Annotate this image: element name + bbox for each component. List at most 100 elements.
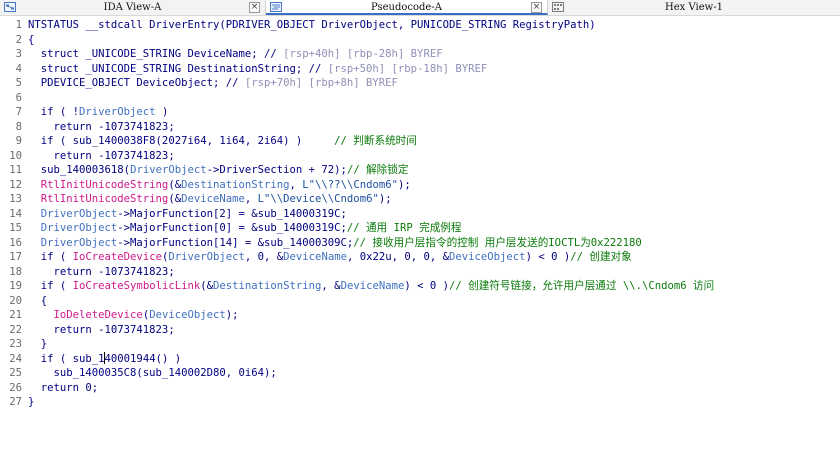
variable-token[interactable]: DeviceName xyxy=(283,251,347,263)
code-token: return -1073741823; xyxy=(28,149,175,162)
code-line[interactable]: 15 DriverObject->MajorFunction[0] = &sub… xyxy=(0,221,840,236)
variable-token[interactable]: DriverObject xyxy=(130,164,207,176)
code-line[interactable]: 26 return 0; xyxy=(0,381,840,396)
code-line[interactable]: 25 sub_1400035C8(sub_140002D80, 0i64); xyxy=(0,366,840,381)
line-number: 14 xyxy=(9,207,22,220)
close-icon[interactable]: × xyxy=(531,2,542,13)
code-token: return 0; xyxy=(28,381,99,394)
function-token[interactable]: RtlInitUnicodeString xyxy=(28,193,169,205)
code-line[interactable]: 8 return -1073741823; xyxy=(0,120,840,135)
comment: // 创建符号链接，允许用户层通过 \\.\Cndom6 访问 xyxy=(449,280,715,292)
code-text: if ( sub_1400038F8(2027i64, 1i64, 2i64) … xyxy=(28,134,417,149)
line-number: 22 xyxy=(9,323,22,336)
code-line[interactable]: 16 DriverObject->MajorFunction[14] = &su… xyxy=(0,236,840,251)
code-text: return -1073741823; xyxy=(28,265,175,280)
code-token: return -1073741823; xyxy=(28,265,175,278)
code-token: { xyxy=(28,294,48,307)
code-text: RtlInitUnicodeString(&DestinationString,… xyxy=(28,178,411,193)
line-number: 6 xyxy=(15,91,22,104)
code-line[interactable]: 22 return -1073741823; xyxy=(0,323,840,338)
code-line[interactable]: 18 return -1073741823; xyxy=(0,265,840,280)
code-line[interactable]: 21 IoDeleteDevice(DeviceObject); xyxy=(0,308,840,323)
code-token: PDEVICE_OBJECT DeviceObject; // xyxy=(28,77,245,89)
line-number: 19 xyxy=(9,280,22,292)
code-line[interactable]: 13 RtlInitUnicodeString(&DeviceName, L"\… xyxy=(0,192,840,207)
tab-hex-view[interactable]: Hex View-1 xyxy=(548,0,840,15)
close-icon[interactable]: × xyxy=(249,2,260,13)
code-line[interactable]: 2{ xyxy=(0,33,840,48)
variable-token[interactable]: DeviceObject xyxy=(449,251,526,263)
comment: // 通用 IRP 完成例程 xyxy=(346,222,462,234)
code-token: if ( xyxy=(28,251,73,263)
stack-offset-comment: [rsp+50h] [rbp-18h] BYREF xyxy=(327,62,488,75)
code-token: (& xyxy=(168,193,182,205)
tab-pseudocode[interactable]: Pseudocode-A × xyxy=(266,0,548,15)
code-token: ) xyxy=(155,106,169,118)
code-line[interactable]: 3 struct _UNICODE_STRING DeviceName; // … xyxy=(0,47,840,62)
variable-token[interactable]: DestinationString xyxy=(181,179,289,191)
pseudocode-editor[interactable]: 1 NTSTATUS __stdcall DriverEntry(PDRIVER_… xyxy=(0,18,840,410)
code-token: ->MajorFunction[14] = &sub_14000309C; xyxy=(117,236,354,249)
line-number: 18 xyxy=(9,265,22,278)
code-text: IoDeleteDevice(DeviceObject); xyxy=(28,308,239,323)
line-number: 11 xyxy=(9,164,22,176)
function-token[interactable]: IoDeleteDevice xyxy=(28,309,143,321)
variable-token[interactable]: DriverObject xyxy=(28,237,118,249)
code-line[interactable]: 14 DriverObject->MajorFunction[2] = &sub… xyxy=(0,207,840,222)
line-number: 15 xyxy=(9,222,22,234)
code-line[interactable]: 10 return -1073741823; xyxy=(0,149,840,164)
code-token: if ( sub_1 xyxy=(28,352,105,365)
tab-ida-view[interactable]: IDA View-A × xyxy=(0,0,266,15)
code-token: struct _UNICODE_STRING DestinationString… xyxy=(28,62,328,75)
function-token[interactable]: IoCreateDevice xyxy=(73,251,162,263)
code-line[interactable]: 11 sub_140003618(DriverObject->DriverSec… xyxy=(0,163,840,178)
line-number: 17 xyxy=(9,251,22,263)
code-text: return -1073741823; xyxy=(28,149,175,164)
code-line[interactable]: 17 if ( IoCreateDevice(DriverObject, 0, … xyxy=(0,250,840,265)
function-token[interactable]: IoCreateSymbolicLink xyxy=(73,280,201,292)
stack-offset-comment: [rsp+40h] [rbp-28h] BYREF xyxy=(283,48,443,60)
function-token[interactable]: RtlInitUnicodeString xyxy=(28,179,169,191)
variable-token[interactable]: DeviceName xyxy=(181,193,245,205)
code-text: if ( !DriverObject ) xyxy=(28,105,169,120)
tab-label: IDA View-A xyxy=(103,2,162,13)
variable-token[interactable]: DriverObject xyxy=(28,222,118,234)
code-line[interactable]: 4 struct _UNICODE_STRING DestinationStri… xyxy=(0,62,840,77)
code-line[interactable]: 20 { xyxy=(0,294,840,309)
code-line[interactable]: 6 xyxy=(0,91,840,106)
line-number: 12 xyxy=(9,178,22,191)
code-line[interactable]: 19 if ( IoCreateSymbolicLink(&Destinatio… xyxy=(0,279,840,294)
line-number: 3 xyxy=(15,48,22,60)
variable-token[interactable]: DeviceObject xyxy=(149,309,226,321)
code-token: (& xyxy=(200,280,213,292)
code-line[interactable]: 1 NTSTATUS __stdcall DriverEntry(PDRIVER_… xyxy=(0,18,840,33)
stack-offset-comment: [rsp+70h] [rbp+8h] BYREF xyxy=(244,77,398,89)
code-line[interactable]: 23 } xyxy=(0,337,840,352)
code-token: sub_1400035C8(sub_140002D80, 0i64); xyxy=(28,367,277,379)
line-number: 2 xyxy=(15,33,22,46)
variable-token[interactable]: DeviceName xyxy=(341,280,405,292)
line-number: 7 xyxy=(15,106,22,118)
code-line[interactable]: 12 RtlInitUnicodeString(&DestinationStri… xyxy=(0,178,840,193)
code-token: ) < 0 ) xyxy=(525,251,571,263)
code-line[interactable]: 5 PDEVICE_OBJECT DeviceObject; // [rsp+7… xyxy=(0,76,840,91)
code-token: ) < 0 ) xyxy=(404,280,449,292)
variable-token[interactable]: DriverObject xyxy=(79,106,156,118)
line-number: 24 xyxy=(9,352,22,365)
code-line[interactable]: 27} xyxy=(0,395,840,410)
code-text: NTSTATUS __stdcall DriverEntry(PDRIVER_O… xyxy=(28,18,596,33)
code-line[interactable]: 24 if ( sub_140001944() ) xyxy=(0,351,840,367)
code-text: RtlInitUnicodeString(&DeviceName, L"\\De… xyxy=(28,192,392,207)
code-text: { xyxy=(28,294,47,309)
code-line[interactable]: 9 if ( sub_1400038F8(2027i64, 1i64, 2i64… xyxy=(0,134,840,149)
line-number: 27 xyxy=(9,396,22,408)
variable-token[interactable]: DriverObject xyxy=(168,251,245,263)
code-token: , 0, & xyxy=(244,251,284,263)
code-token: , 0x22u, 0, 0, & xyxy=(346,251,450,263)
code-line[interactable]: 7 if ( !DriverObject ) xyxy=(0,105,840,120)
line-number: 26 xyxy=(9,381,22,394)
variable-token[interactable]: DestinationString xyxy=(213,280,321,292)
code-token: NTSTATUS __stdcall DriverEntry(PDRIVER_O… xyxy=(28,19,596,31)
variable-token[interactable]: DriverObject xyxy=(28,208,118,220)
code-token: return -1073741823; xyxy=(28,120,175,133)
